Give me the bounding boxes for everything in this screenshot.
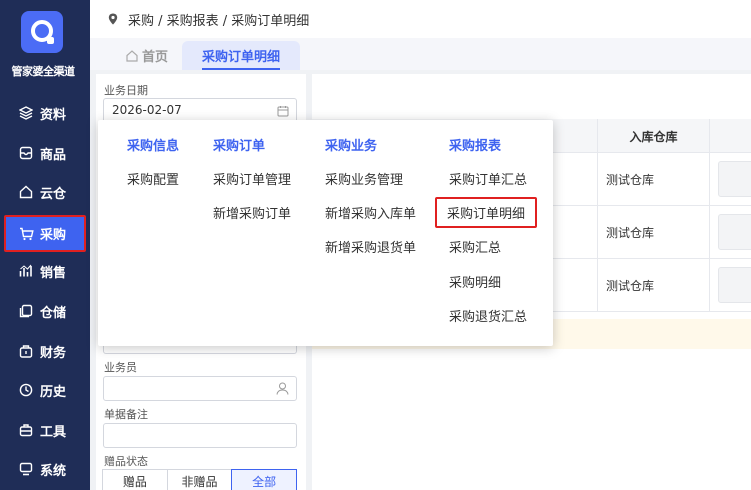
sidebar-item-label: 销售: [40, 265, 67, 281]
sidebar-item-storage[interactable]: 仓储: [6, 294, 84, 328]
copy-icon: [18, 303, 34, 319]
chart-icon: [18, 263, 34, 279]
brand-name: 管家婆全渠道: [11, 65, 76, 78]
sidebar-item-label: 财务: [40, 345, 67, 361]
sidebar-item-label: 系统: [40, 463, 67, 479]
layers-icon: [18, 105, 34, 121]
inbox-icon: [18, 145, 34, 161]
sidebar-item-goods[interactable]: 商品: [6, 136, 84, 170]
note-field[interactable]: [103, 423, 297, 448]
menu-group-title: 采购报表: [449, 139, 502, 154]
staff-field[interactable]: [103, 376, 297, 401]
sidebar-item-label: 工具: [40, 424, 67, 440]
sidebar-item-data[interactable]: 资料: [6, 96, 84, 130]
sidebar-item-tools[interactable]: 工具: [6, 413, 84, 447]
menu-item-business-management[interactable]: 采购业务管理: [325, 169, 403, 188]
sidebar-item-label: 仓储: [40, 305, 67, 321]
menu-group-title: 采购信息: [127, 139, 180, 154]
sidebar-item-label: 云仓: [40, 186, 67, 202]
menu-item-return-summary[interactable]: 采购退货汇总: [449, 306, 527, 325]
date-value: 2026-02-07: [112, 103, 182, 117]
image-placeholder-icon: [718, 267, 751, 303]
gift-option-nongift[interactable]: 非赠品: [166, 469, 233, 490]
cell-warehouse: 测试仓库: [597, 259, 710, 311]
calendar-icon: [277, 106, 289, 117]
menu-group-title: 采购订单: [213, 139, 266, 154]
tab-purchase-order-detail[interactable]: 采购订单明细: [182, 41, 300, 70]
menu-item-purchase-config[interactable]: 采购配置: [127, 169, 179, 188]
sidebar-item-sales[interactable]: 销售: [6, 254, 84, 288]
house-icon: [18, 184, 34, 200]
menu-item-order-summary[interactable]: 采购订单汇总: [449, 169, 527, 188]
cell-warehouse: 测试仓库: [597, 153, 710, 205]
bag-icon: [18, 343, 34, 359]
clock-icon: [18, 382, 34, 398]
cart-icon: [18, 226, 34, 242]
breadcrumb[interactable]: 采购 / 采购报表 / 采购订单明细: [128, 10, 309, 29]
gift-option-gift[interactable]: 赠品: [102, 469, 168, 490]
menu-group-title: 采购业务: [325, 139, 378, 154]
menu-item-purchase-detail[interactable]: 采购明细: [449, 272, 501, 291]
cell-warehouse: 测试仓库: [597, 206, 710, 258]
sidebar-item-label: 采购: [40, 228, 67, 243]
column-header-warehouse[interactable]: 入库仓库: [597, 119, 710, 153]
sidebar-item-finance[interactable]: 财务: [6, 334, 84, 368]
image-placeholder-icon: [718, 214, 751, 250]
sidebar-item-label: 商品: [40, 147, 67, 163]
sidebar-item-system[interactable]: 系统: [6, 452, 84, 486]
sidebar: 管家婆全渠道 资料 商品 云仓 采购 销售 仓储 财务 历史 工具 系统: [0, 0, 90, 490]
toolbox-icon: [18, 422, 34, 438]
menu-item-order-management[interactable]: 采购订单管理: [213, 169, 291, 188]
sidebar-item-label: 历史: [40, 384, 67, 400]
menu-item-purchase-summary[interactable]: 采购汇总: [449, 237, 501, 256]
gift-status-toggle: 赠品 非赠品 全部: [102, 469, 298, 490]
date-label: 业务日期: [104, 84, 148, 97]
sidebar-item-cloud-warehouse[interactable]: 云仓: [6, 175, 84, 209]
home-icon: [126, 49, 138, 62]
gift-option-all[interactable]: 全部: [231, 469, 298, 490]
user-icon: [276, 382, 289, 395]
sidebar-item-purchase[interactable]: 采购: [4, 215, 86, 252]
tab-current-label: 采购订单明细: [201, 50, 280, 65]
note-label: 单据备注: [104, 408, 148, 421]
sidebar-item-history[interactable]: 历史: [6, 373, 84, 407]
logo-icon: [21, 11, 63, 53]
menu-item-new-inbound[interactable]: 新增采购入库单: [325, 203, 416, 222]
staff-label: 业务员: [104, 361, 137, 374]
purchase-mega-menu: 采购信息 采购配置 采购订单 采购订单管理 新增采购订单 采购业务 采购业务管理…: [98, 120, 553, 346]
breadcrumb-bar: 采购 / 采购报表 / 采购订单明细: [90, 0, 751, 38]
tab-bar: 首页 采购订单明细: [90, 38, 751, 70]
tab-home-label: 首页: [141, 50, 168, 65]
sidebar-item-label: 资料: [40, 107, 67, 123]
menu-item-order-detail[interactable]: 采购订单明细: [435, 197, 538, 228]
menu-item-new-order[interactable]: 新增采购订单: [213, 203, 291, 222]
menu-item-new-return[interactable]: 新增采购退货单: [325, 237, 416, 256]
gift-label: 赠品状态: [104, 455, 148, 468]
location-pin-icon: [108, 13, 118, 25]
monitor-icon: [18, 461, 34, 477]
image-placeholder-icon: [718, 161, 751, 197]
tab-home[interactable]: 首页: [112, 41, 182, 70]
